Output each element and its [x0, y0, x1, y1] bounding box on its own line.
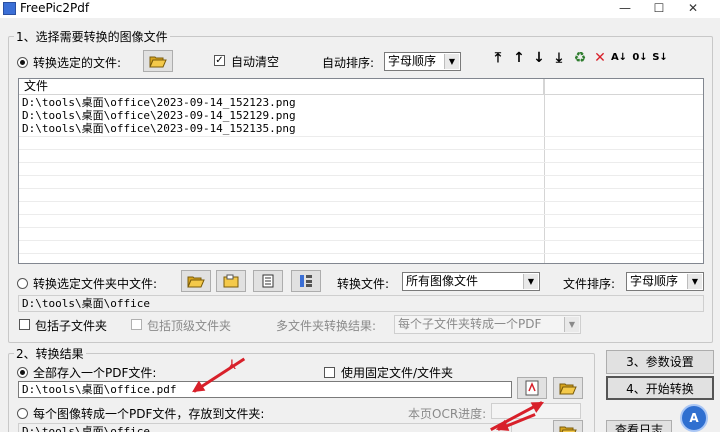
radio-save-all-one-pdf-label: 全部存入一个PDF文件:: [33, 366, 157, 380]
convert-files-value: 所有图像文件: [406, 274, 479, 288]
file-list[interactable]: 文件 D:\tools\桌面\office\2023-09-14_152123.…: [18, 78, 704, 264]
include-top-folder-label: 包括顶级文件夹: [147, 319, 232, 333]
chevron-down-icon: ▼: [444, 54, 459, 69]
grid-line: [19, 240, 703, 241]
include-top-folder-checkbox[interactable]: [131, 319, 142, 330]
open-files-button[interactable]: [143, 50, 173, 72]
choose-output-folder-button[interactable]: [553, 420, 583, 432]
fixed-file-label: 使用固定文件/文件夹: [341, 366, 454, 380]
grid-line: [19, 162, 703, 163]
folder-properties-button[interactable]: [216, 270, 246, 292]
view-log-button[interactable]: 查看日志: [606, 420, 672, 432]
sort-size-icon[interactable]: S↓: [651, 49, 669, 67]
file-sort-label: 文件排序:: [563, 277, 616, 291]
grid-line: [19, 201, 703, 202]
include-subfolders-checkbox[interactable]: [19, 319, 30, 330]
sort-az-icon[interactable]: A↓: [610, 49, 628, 67]
folder-open-icon: [187, 276, 205, 288]
include-subfolders-label: 包括子文件夹: [35, 319, 108, 333]
grid-line: [19, 214, 703, 215]
chevron-down-icon: ▼: [687, 274, 702, 289]
folder-path-field[interactable]: D:\tools\桌面\office: [18, 295, 704, 312]
multi-folder-value: 每个子文件夹转成一个PDF: [398, 317, 542, 331]
output-folder-path-field[interactable]: D:\tools\桌面\office: [18, 423, 512, 432]
folder-open-icon: [149, 56, 167, 68]
column-header-file[interactable]: 文件: [19, 79, 544, 95]
sort-09-icon[interactable]: 0↓: [631, 49, 649, 67]
tree-view-button[interactable]: [291, 270, 321, 292]
start-convert-button[interactable]: 4、开始转换: [606, 376, 714, 400]
params-settings-button[interactable]: 3、参数设置: [606, 350, 714, 374]
move-down-icon[interactable]: ↓: [530, 49, 548, 67]
pdf-icon: [525, 380, 539, 396]
window-title: FreePic2Pdf: [20, 1, 90, 15]
close-window-button[interactable]: ✕: [676, 0, 710, 18]
grid-line: [19, 136, 703, 137]
chevron-down-icon: ▼: [523, 274, 538, 289]
radio-each-image-pdf-label: 每个图像转成一个PDF文件，存放到文件夹:: [33, 407, 265, 421]
folder-icon: [223, 274, 239, 288]
title-bar: FreePic2Pdf — ☐ ✕: [0, 0, 720, 18]
fixed-file-checkbox[interactable]: [324, 367, 335, 378]
column-divider: [544, 79, 545, 263]
move-up-icon[interactable]: ↑: [510, 49, 528, 67]
grid-line: [19, 149, 703, 150]
multi-folder-label: 多文件夹转换结果:: [276, 319, 377, 333]
file-sort-select[interactable]: 字母顺序 ▼: [626, 272, 704, 291]
ocr-progress-label: 本页OCR进度:: [408, 407, 487, 421]
move-to-top-icon[interactable]: ⤒: [489, 49, 507, 67]
folder-open-icon: [559, 383, 577, 395]
document-icon: [262, 274, 274, 288]
list-item[interactable]: D:\tools\桌面\office\2023-09-14_152129.png: [19, 109, 296, 122]
tree-icon: [300, 275, 312, 287]
maximize-button[interactable]: ☐: [642, 0, 676, 18]
file-list-header: 文件: [19, 79, 703, 95]
radio-convert-folder-label: 转换选定文件夹中文件:: [33, 277, 158, 291]
open-folder-button[interactable]: [181, 270, 211, 292]
radio-each-image-pdf[interactable]: [17, 408, 28, 419]
grid-line: [19, 253, 703, 254]
convert-files-label: 转换文件:: [337, 277, 390, 291]
recycle-bin-icon[interactable]: ♻: [571, 49, 589, 67]
section2-legend: 2、转换结果: [14, 345, 86, 362]
list-item[interactable]: D:\tools\桌面\office\2023-09-14_152135.png: [19, 122, 296, 135]
folder-open-icon: [559, 426, 577, 432]
minimize-button[interactable]: —: [608, 0, 642, 18]
chevron-down-icon: ▼: [564, 317, 579, 332]
move-to-bottom-icon[interactable]: ⤓: [550, 49, 568, 67]
radio-convert-folder[interactable]: [17, 278, 28, 289]
radio-convert-selected-files[interactable]: [17, 57, 28, 68]
convert-files-select[interactable]: 所有图像文件 ▼: [402, 272, 540, 291]
section1-legend: 1、选择需要转换的图像文件: [14, 28, 170, 45]
auto-sort-value: 字母顺序: [388, 54, 437, 68]
auto-clear-checkbox[interactable]: ✓: [214, 55, 225, 66]
grid-line: [19, 188, 703, 189]
document-button[interactable]: [253, 270, 283, 292]
list-item[interactable]: D:\tools\桌面\office\2023-09-14_152123.png: [19, 96, 296, 109]
choose-output-pdf-button[interactable]: [553, 377, 583, 399]
multi-folder-select[interactable]: 每个子文件夹转成一个PDF ▼: [394, 315, 581, 334]
output-pdf-path-field[interactable]: D:\tools\桌面\office.pdf: [18, 381, 512, 398]
grid-line: [19, 227, 703, 228]
radio-convert-selected-files-label: 转换选定的文件:: [33, 56, 122, 70]
grid-line: [19, 175, 703, 176]
app-icon: [3, 2, 16, 15]
app-logo-icon: A: [680, 404, 708, 432]
pdf-file-button[interactable]: [517, 377, 547, 399]
auto-clear-label: 自动清空: [231, 55, 280, 69]
delete-icon[interactable]: ✕: [591, 49, 609, 67]
file-sort-value: 字母顺序: [630, 274, 679, 288]
auto-sort-label: 自动排序:: [322, 56, 375, 70]
radio-save-all-one-pdf[interactable]: [17, 367, 28, 378]
auto-sort-select[interactable]: 字母顺序 ▼: [384, 52, 461, 71]
